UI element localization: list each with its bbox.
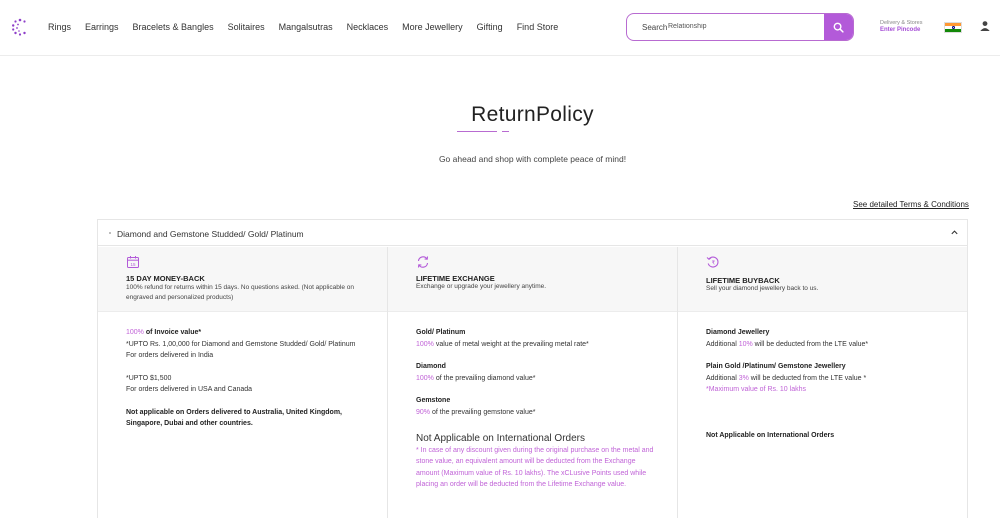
buyback-header: ₹ LIFETIME BUYBACK Sell your diamond jew… [678, 247, 967, 312]
diamond-deduct-text: will be deducted from the LTE value* [752, 340, 869, 348]
india-limit: *UPTO Rs. 1,00,000 for Diamond and Gemst… [126, 340, 356, 348]
bullet-dot [109, 232, 111, 234]
pincode-link[interactable]: Enter Pincode [880, 27, 923, 34]
user-icon[interactable] [979, 20, 991, 32]
exchange-desc: Exchange or upgrade your jewellery anyti… [416, 283, 547, 290]
not-applicable-note: Not applicable on Orders delivered to Au… [126, 408, 342, 428]
gemstone-percent: 90% [416, 408, 431, 416]
nav-bracelets-bangles[interactable]: Bracelets & Bangles [133, 22, 214, 32]
buyback-icon: ₹ [706, 256, 719, 268]
discount-note: * In case of any discount given during t… [416, 446, 654, 489]
nav-find-store[interactable]: Find Store [517, 22, 559, 32]
delivery-label: Delivery & Stores [880, 20, 923, 26]
money-back-desc: 100% refund for returns within 15 days. … [126, 284, 354, 301]
invoice-percent: 100% [126, 329, 144, 336]
delivery-pincode[interactable]: Delivery & Stores Enter Pincode [880, 20, 923, 34]
title-underline [457, 131, 497, 132]
search-icon [833, 22, 844, 33]
terms-conditions-link[interactable]: See detailed Terms & Conditions [853, 200, 969, 209]
nav-more-jewellery[interactable]: More Jewellery [402, 22, 463, 32]
money-back-details: 100% of Invoice value* *UPTO Rs. 1,00,00… [126, 327, 368, 430]
diamond-title: Diamond [416, 363, 446, 370]
svg-text:₹: ₹ [712, 259, 716, 266]
lifetime-buyback-column: ₹ LIFETIME BUYBACK Sell your diamond jew… [678, 247, 967, 518]
chevron-up-icon[interactable] [950, 228, 959, 237]
international-title: Not Applicable on International Orders [416, 433, 585, 444]
page-subtitle: Go ahead and shop with complete peace of… [438, 154, 627, 164]
nav-earrings[interactable]: Earrings [85, 22, 119, 32]
calendar-icon: 15 [127, 256, 139, 268]
gemstone-text: of the prevailing gemstone value* [430, 408, 536, 416]
search-bar: Search [626, 13, 854, 41]
diamond-additional: Additional [706, 340, 739, 348]
diamond-jewellery-title: Diamond Jewellery [706, 329, 770, 336]
policy-accordion: Diamond and Gemstone Studded/ Gold/ Plat… [97, 219, 968, 518]
title-underline-accent [502, 131, 509, 132]
india-note: For orders delivered in India [126, 352, 214, 359]
money-back-column: 15 15 DAY MONEY-BACK 100% refund for ret… [98, 247, 388, 518]
plain-additional: Additional [706, 374, 739, 382]
gemstone-title: Gemstone [416, 397, 451, 404]
plain-deduct-percent: 3% [738, 374, 749, 382]
gold-platinum-title: Gold/ Platinum [416, 329, 466, 336]
buyback-international-note: Not Applicable on International Orders [706, 431, 835, 439]
nav-gifting[interactable]: Gifting [477, 22, 503, 32]
nav-rings[interactable]: Rings [48, 22, 71, 32]
exchange-icon [417, 256, 429, 268]
india-flag-icon[interactable] [944, 22, 962, 33]
nav-solitaires[interactable]: Solitaires [228, 22, 265, 32]
site-header: Rings Earrings Bracelets & Bangles Solit… [0, 0, 1000, 56]
page-title: ReturnPolicy [471, 103, 594, 126]
nav-necklaces[interactable]: Necklaces [347, 22, 389, 32]
search-label: Search [642, 23, 668, 32]
money-back-title: 15 DAY MONEY-BACK [126, 274, 205, 283]
policy-columns: 15 15 DAY MONEY-BACK 100% refund for ret… [98, 247, 967, 518]
plain-gold-title: Plain Gold /Platinum/ Gemstone Jewellery [706, 363, 846, 370]
search-input[interactable] [668, 19, 818, 33]
svg-text:15: 15 [130, 262, 136, 267]
main-nav: Rings Earrings Bracelets & Bangles Solit… [48, 22, 572, 32]
gold-text: value of metal weight at the prevailing … [433, 340, 589, 348]
invoice-text: of Invoice value* [143, 329, 202, 336]
exchange-header: LIFETIME EXCHANGE Exchange or upgrade yo… [388, 247, 677, 312]
diamond-percent: 100% [416, 374, 434, 382]
accordion-title: Diamond and Gemstone Studded/ Gold/ Plat… [117, 229, 304, 239]
diamond-deduct-percent: 10% [738, 340, 753, 348]
diamond-text: of the prevailing diamond value* [433, 374, 536, 382]
usa-limit: *UPTO $1,500 [126, 374, 172, 382]
usa-note: For orders delivered in USA and Canada [126, 386, 253, 393]
nav-mangalsutras[interactable]: Mangalsutras [279, 22, 333, 32]
accordion-header[interactable]: Diamond and Gemstone Studded/ Gold/ Plat… [98, 220, 967, 246]
exchange-details: Gold/ Platinum 100% value of metal weigh… [416, 327, 658, 491]
search-button[interactable] [824, 14, 853, 40]
lifetime-exchange-column: LIFETIME EXCHANGE Exchange or upgrade yo… [388, 247, 678, 518]
logo-icon[interactable] [11, 18, 29, 36]
buyback-details: Diamond Jewellery Additional 10% will be… [706, 327, 948, 441]
plain-deduct-text: will be deducted from the LTE value * [748, 374, 867, 382]
buyback-desc: Sell your diamond jewellery back to us. [706, 285, 819, 292]
gold-percent: 100% [416, 340, 434, 348]
max-value-note: *Maximum value of Rs. 10 lakhs [706, 386, 806, 393]
money-back-header: 15 15 DAY MONEY-BACK 100% refund for ret… [98, 247, 387, 312]
